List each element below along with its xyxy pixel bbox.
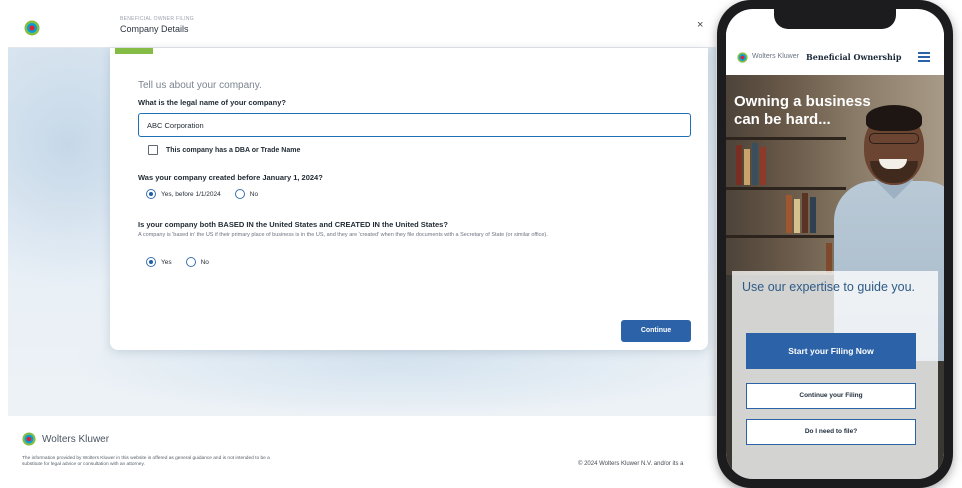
radio-label: Yes, before 1/1/2024 (161, 190, 221, 198)
book (760, 147, 766, 185)
footer-disclaimer: The information provided by Wolters Kluw… (22, 456, 270, 467)
continue-filing-button[interactable]: Continue your Filing (746, 383, 916, 409)
top-bar: BENEFICIAL OWNER FILING Company Details … (8, 8, 716, 48)
page-title: Company Details (120, 24, 189, 34)
radio-button[interactable] (234, 189, 245, 199)
wolters-kluwer-logo-icon (737, 52, 748, 63)
dba-checkbox-row[interactable]: This company has a DBA or Trade Name (148, 144, 300, 156)
based-created-yes-option[interactable]: Yes (146, 257, 172, 267)
book (744, 149, 750, 185)
legal-name-input[interactable]: ABC Corporation (138, 113, 691, 137)
created-before-yes-option[interactable]: Yes, before 1/1/2024 (146, 189, 221, 199)
book (794, 199, 800, 233)
shelf (726, 187, 846, 190)
start-filing-button[interactable]: Start your Filing Now (746, 333, 916, 369)
progress-indicator (115, 48, 153, 54)
legal-name-question: What is the legal name of your company? (138, 98, 286, 107)
phone-mockup: Wolters Kluwer Beneficial Ownership Owni… (717, 0, 953, 488)
footer-logo[interactable]: Wolters Kluwer (22, 432, 109, 446)
radio-button-checked[interactable] (146, 257, 156, 267)
based-created-question: Is your company both BASED IN the United… (138, 220, 448, 229)
phone-notch (774, 9, 896, 29)
close-icon[interactable]: × (697, 19, 703, 31)
based-created-radio-group: Yes No (146, 257, 223, 267)
mobile-product-name: Beneficial Ownership (806, 52, 902, 62)
shelf (726, 235, 846, 238)
desktop-window: BENEFICIAL OWNER FILING Company Details … (8, 8, 716, 478)
continue-button[interactable]: Continue (621, 320, 691, 342)
book (826, 243, 832, 273)
mobile-brand: Wolters Kluwer (752, 53, 799, 60)
company-details-form: Tell us about your company. What is the … (110, 48, 708, 350)
radio-button-checked[interactable] (146, 189, 156, 199)
page-eyebrow: BENEFICIAL OWNER FILING (120, 16, 194, 22)
created-before-no-option[interactable]: No (234, 189, 259, 199)
hero-heading: Owning a business can be hard... (734, 93, 871, 128)
page-footer: Wolters Kluwer The information provided … (8, 416, 716, 478)
wolters-kluwer-logo-icon (22, 432, 36, 446)
dba-checkbox[interactable] (148, 145, 158, 155)
radio-label: No (200, 258, 209, 266)
cta-card: Use our expertise to guide you. Start yo… (732, 271, 938, 479)
person-glasses (869, 133, 919, 144)
shelf (726, 137, 846, 140)
cta-heading: Use our expertise to guide you. (742, 280, 916, 294)
book (786, 195, 792, 233)
radio-label: No (249, 190, 259, 198)
based-created-help-text: A company is 'based in' the US if their … (138, 232, 548, 238)
based-created-no-option[interactable]: No (185, 257, 209, 267)
mobile-header: Wolters Kluwer Beneficial Ownership (726, 29, 944, 75)
hero-section: Owning a business can be hard... Use our… (726, 75, 944, 479)
form-intro: Tell us about your company. (138, 80, 262, 91)
dba-checkbox-label: This company has a DBA or Trade Name (166, 146, 301, 154)
radio-label: Yes (161, 258, 172, 266)
footer-brand: Wolters Kluwer (42, 433, 110, 445)
footer-copyright: © 2024 Wolters Kluwer N.V. and/or its a (578, 461, 684, 467)
person-hair (866, 105, 922, 131)
radio-button[interactable] (185, 257, 196, 267)
wolters-kluwer-logo-icon (24, 20, 40, 36)
created-before-radio-group: Yes, before 1/1/2024 No (146, 189, 272, 199)
book (802, 193, 808, 233)
do-i-need-to-file-button[interactable]: Do I need to file? (746, 419, 916, 445)
hamburger-menu-icon[interactable] (918, 52, 930, 62)
book (752, 143, 758, 185)
phone-screen: Wolters Kluwer Beneficial Ownership Owni… (726, 9, 944, 479)
book (736, 145, 742, 185)
book (810, 197, 816, 233)
created-before-question: Was your company created before January … (138, 173, 323, 182)
